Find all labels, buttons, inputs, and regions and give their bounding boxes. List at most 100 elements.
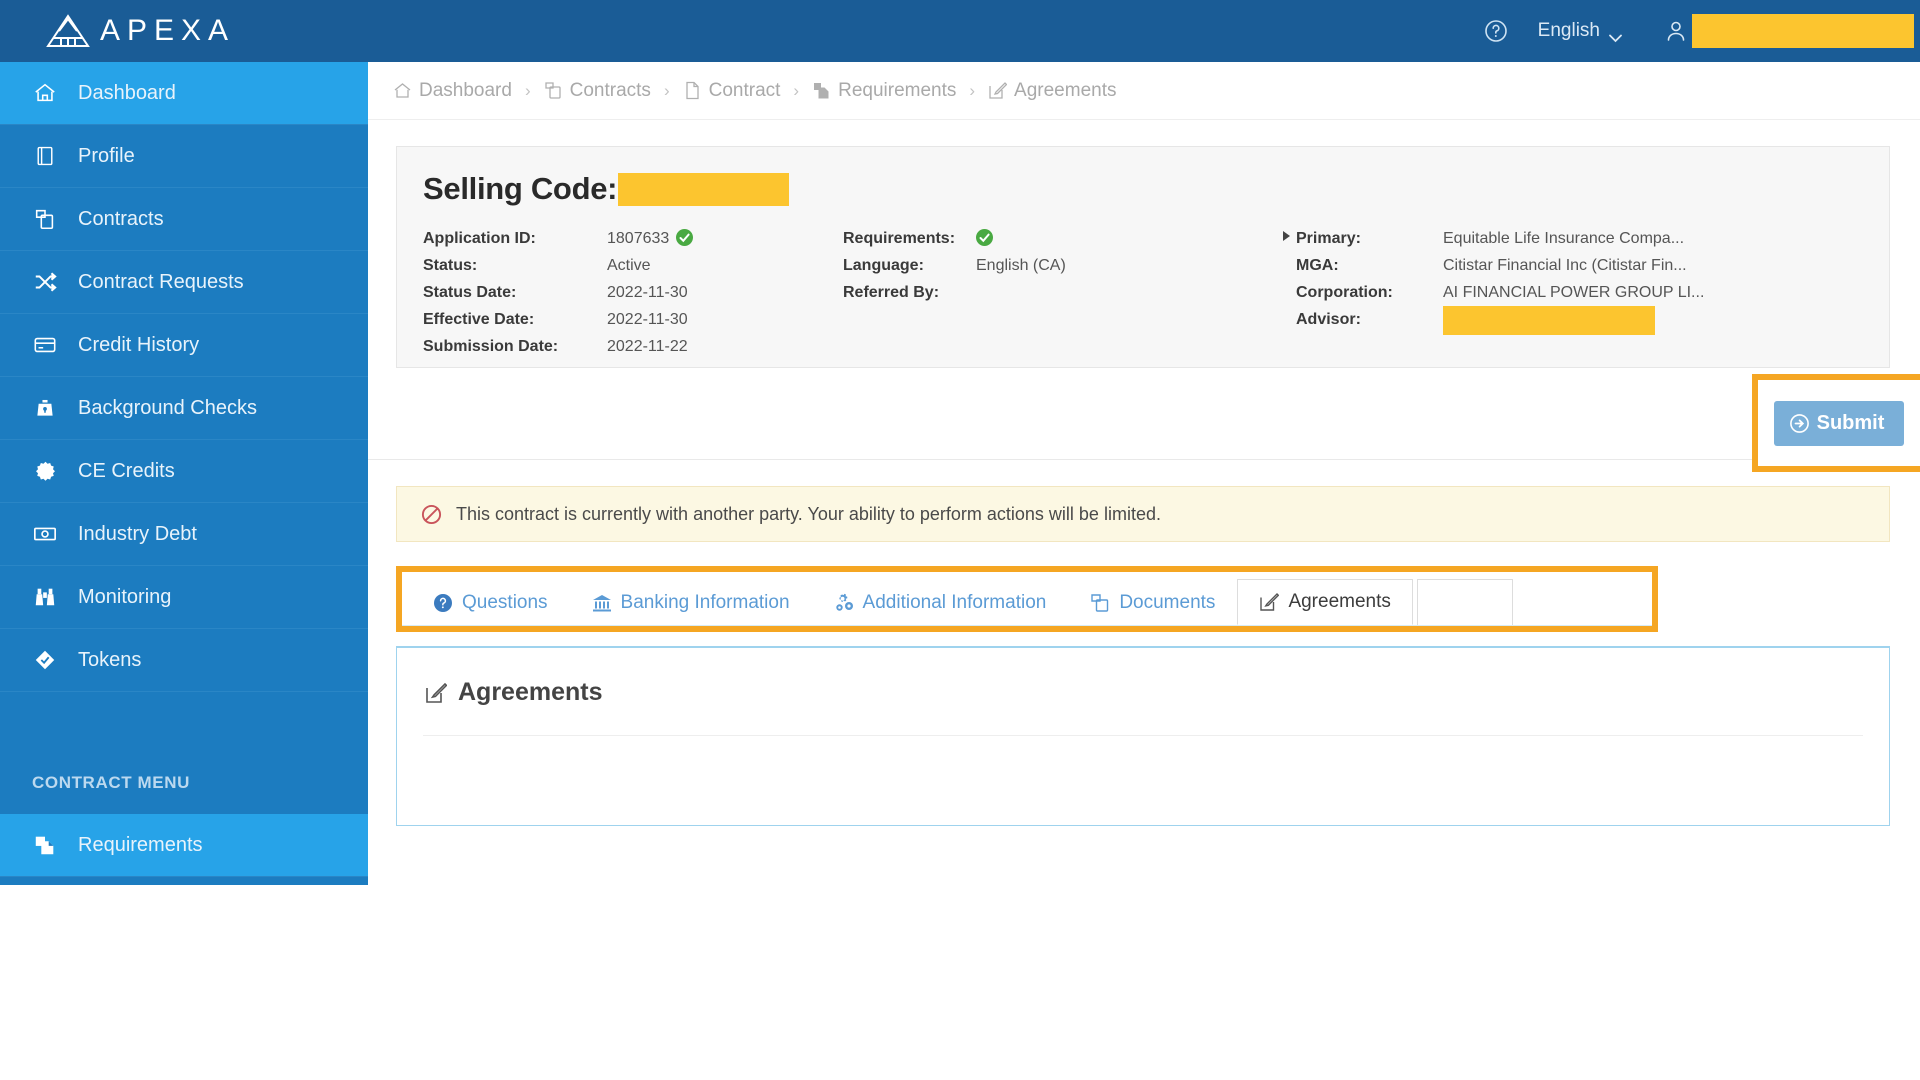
chevron-down-icon — [1609, 27, 1622, 42]
breadcrumb-label: Requirements — [838, 79, 957, 101]
breadcrumb-item-requirements[interactable]: Requirements — [812, 80, 956, 102]
prohibited-icon — [421, 504, 442, 525]
panel-header: Agreements — [397, 648, 1889, 707]
sidebar-item-label: Profile — [78, 144, 135, 167]
breadcrumb-item-dashboard[interactable]: Dashboard — [393, 80, 512, 102]
sidebar-item-profile[interactable]: Profile — [0, 125, 368, 188]
tab-additional-information[interactable]: Additional Information — [812, 579, 1069, 625]
summary-value: 2022-11-30 — [607, 311, 688, 328]
summary-key: Referred By: — [843, 284, 940, 301]
credit-card-icon — [32, 332, 58, 358]
edit-square-icon — [425, 682, 448, 704]
sidebar-item-background-checks[interactable]: Background Checks — [0, 377, 368, 440]
tab-label: Documents — [1119, 591, 1216, 613]
summary-key-primary[interactable]: Primary: — [1283, 225, 1443, 252]
tab-documents[interactable]: Documents — [1068, 579, 1237, 625]
brand-logo[interactable]: APEXA — [0, 0, 368, 62]
summary-value: Citistar Financial Inc (Citistar Fin... — [1443, 257, 1687, 274]
sidebar-item-requirements[interactable]: Requirements — [0, 814, 368, 877]
user-icon[interactable] — [1666, 20, 1686, 42]
summary-column-parties: Primary: MGA: Corporation: Advisor: Equi… — [1283, 225, 1843, 360]
language-selector[interactable]: English — [1538, 20, 1622, 42]
contracts-copy-icon — [544, 81, 563, 100]
agreements-panel: Agreements — [396, 646, 1890, 826]
panel-title: Agreements — [458, 678, 603, 706]
summary-key: Status Date: — [423, 284, 517, 301]
language-label: English — [1537, 20, 1600, 41]
sidebar-item-label: Contracts — [78, 207, 164, 230]
header-right-controls: English — [1484, 0, 1920, 62]
selling-code-label: Selling Code: — [423, 171, 618, 206]
bank-icon — [592, 593, 612, 613]
submit-button[interactable]: Submit — [1773, 400, 1905, 446]
certificate-seal-icon — [32, 458, 58, 484]
summary-value: Equitable Life Insurance Compa... — [1443, 230, 1685, 247]
sidebar-item-monitoring[interactable]: Monitoring — [0, 566, 368, 629]
sidebar-item-label: Industry Debt — [78, 522, 197, 545]
summary-key: Submission Date: — [423, 338, 559, 355]
summary-key: Corporation: — [1296, 284, 1393, 301]
tab-label: Banking Information — [620, 591, 790, 613]
money-bill-icon — [32, 521, 58, 547]
summary-key: MGA: — [1296, 257, 1339, 274]
edit-square-icon — [1259, 592, 1280, 612]
home-icon — [32, 80, 58, 106]
lock-bag-icon — [32, 395, 58, 421]
sidebar-item-label: Contract Requests — [78, 270, 244, 293]
sidebar-item-label: Credit History — [78, 333, 200, 356]
summary-value-row: 1807633 — [607, 225, 694, 252]
summary-keys: Primary: MGA: Corporation: Advisor: — [1283, 225, 1443, 360]
breadcrumb-item-agreements[interactable]: Agreements — [988, 79, 1117, 102]
question-circle-icon — [433, 593, 453, 613]
selling-code-row: Selling Code: — [397, 171, 1889, 207]
contract-locked-alert: This contract is currently with another … — [396, 486, 1890, 542]
summary-value: 2022-11-22 — [607, 338, 688, 355]
summary-value: 2022-11-30 — [607, 284, 688, 301]
sidebar-navigation: Dashboard Profile Contracts Contract Req… — [0, 62, 368, 885]
sidebar-item-contract-requests[interactable]: Contract Requests — [0, 251, 368, 314]
edit-square-icon — [988, 81, 1008, 100]
help-circle-icon[interactable] — [1484, 19, 1508, 43]
sidebar-item-dashboard[interactable]: Dashboard — [0, 62, 368, 125]
tab-agreements[interactable]: Agreements — [1237, 579, 1413, 625]
summary-key: Status: — [423, 257, 478, 274]
breadcrumb: Dashboard › Contracts › Contract › Requi… — [368, 62, 1920, 120]
sidebar-item-label: Monitoring — [78, 585, 172, 608]
breadcrumb-item-contract[interactable]: Contract — [683, 80, 780, 102]
requirements-tabs: Questions Banking Information Additional… — [402, 572, 1652, 626]
main-content: Dashboard › Contracts › Contract › Requi… — [368, 62, 1920, 885]
breadcrumb-label: Agreements — [1014, 79, 1117, 101]
alert-message: This contract is currently with another … — [456, 503, 1161, 524]
requirements-files-icon — [32, 832, 58, 858]
sidebar-item-tokens[interactable]: Tokens — [0, 629, 368, 692]
breadcrumb-separator: › — [793, 80, 800, 100]
sidebar-item-contracts[interactable]: Contracts — [0, 188, 368, 251]
breadcrumb-separator: › — [524, 80, 531, 100]
application-window: APEXA English Dashboard Profile Contract… — [0, 0, 1920, 885]
tabs-highlight-box: Questions Banking Information Additional… — [396, 566, 1658, 632]
summary-key: Language: — [843, 257, 924, 274]
breadcrumb-label: Dashboard — [419, 79, 512, 101]
sidebar-item-credit-history[interactable]: Credit History — [0, 314, 368, 377]
tab-label: Questions — [462, 591, 548, 613]
contracts-copy-icon — [32, 206, 58, 232]
summary-keys: Requirements: Language: Referred By: — [843, 225, 976, 360]
summary-key: Advisor: — [1296, 311, 1361, 328]
tab-banking-information[interactable]: Banking Information — [570, 579, 812, 625]
sidebar-item-label: Tokens — [78, 648, 142, 671]
summary-values: English (CA) — [976, 225, 1066, 360]
action-bar: Submit — [368, 368, 1920, 472]
sidebar-item-label: Background Checks — [78, 396, 257, 419]
tab-questions[interactable]: Questions — [411, 579, 570, 625]
user-name-redacted[interactable] — [1692, 14, 1914, 48]
tab-label: Agreements — [1288, 591, 1391, 612]
sidebar-item-ce-credits[interactable]: CE Credits — [0, 440, 368, 503]
top-header-bar: APEXA English — [0, 0, 1920, 62]
summary-values: 1807633 Active 2022-11-30 2022-11-30 202… — [607, 225, 694, 360]
sidebar-item-label: Dashboard — [78, 81, 176, 104]
sidebar-item-industry-debt[interactable]: Industry Debt — [0, 503, 368, 566]
breadcrumb-item-contracts[interactable]: Contracts — [544, 80, 651, 102]
sidebar-item-label: Requirements — [78, 833, 203, 856]
breadcrumb-separator: › — [663, 80, 670, 100]
